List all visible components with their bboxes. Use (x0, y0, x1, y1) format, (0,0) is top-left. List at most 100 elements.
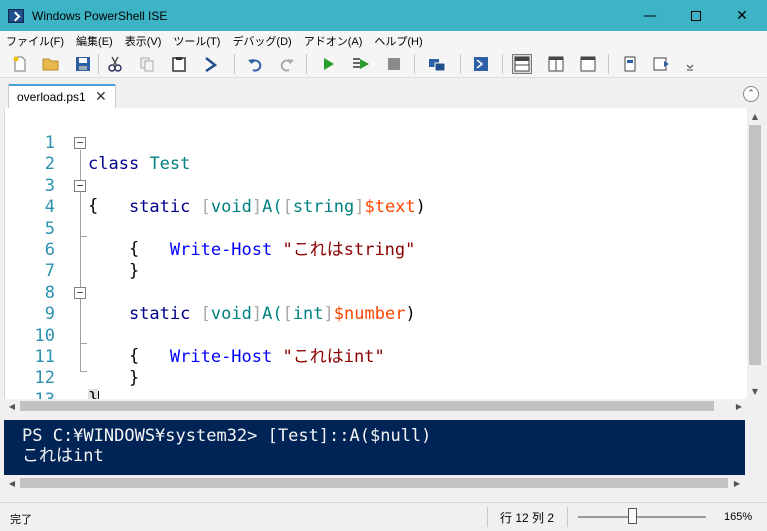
undo-button[interactable] (245, 54, 265, 74)
run-selection-button[interactable] (351, 54, 371, 74)
tab-close-icon[interactable]: ✕ (95, 88, 107, 105)
zoom-level: 165% (724, 511, 753, 523)
remote-session-icon (429, 59, 446, 72)
menu-help[interactable]: ヘルプ(H) (368, 33, 428, 49)
scissors-icon (108, 56, 122, 72)
title-bar: Windows PowerShell ISE — ✕ (0, 0, 767, 31)
menu-addons[interactable]: アドオン(A) (298, 33, 369, 49)
console-pane[interactable]: PS C:¥WINDOWS¥system32> [Test]::A($null)… (4, 420, 745, 475)
cursor-position: 行 12 列 2 (500, 511, 555, 525)
powershell-ise-icon (8, 8, 24, 23)
menu-tools[interactable]: ツール(T) (167, 33, 226, 49)
collapse-script-pane-button[interactable]: ⌃ (743, 86, 759, 102)
status-separator (567, 507, 568, 527)
scroll-up-icon[interactable]: ▲ (747, 108, 763, 124)
stop-button[interactable] (384, 54, 404, 74)
console-vertical-scrollbar[interactable] (745, 420, 763, 475)
layout-right-icon (548, 56, 564, 72)
code-line: 13 (5, 369, 747, 399)
toolbar-separator (306, 54, 307, 74)
paste-button[interactable] (169, 54, 189, 74)
script-tab-strip: overload.ps1 ✕ (0, 78, 767, 108)
layout-script-maximized-button[interactable] (578, 54, 598, 74)
pane-splitter[interactable] (0, 413, 767, 420)
layout-script-right-button[interactable] (546, 54, 566, 74)
new-script-button[interactable] (10, 54, 30, 74)
toolbar-separator (234, 54, 235, 74)
maximize-button[interactable] (673, 0, 719, 31)
collapse-region-icon[interactable]: − (74, 137, 86, 150)
scroll-right-icon[interactable]: ▶ (731, 398, 747, 414)
redo-icon (280, 59, 294, 72)
stop-icon (388, 58, 400, 70)
console-horizontal-scrollbar[interactable]: ◀ ▶ (4, 475, 745, 491)
menu-edit[interactable]: 編集(E) (70, 33, 119, 49)
menu-file[interactable]: ファイル(F) (0, 33, 70, 49)
zoom-slider-track[interactable] (578, 516, 706, 518)
code-line: 9 − { (5, 283, 747, 366)
run-command-button[interactable] (201, 54, 221, 74)
clipboard-icon (172, 57, 186, 72)
console-line: これはint (22, 446, 104, 466)
maximize-icon (691, 10, 701, 21)
scroll-thumb[interactable] (20, 478, 728, 488)
command-addon-icon (653, 57, 669, 71)
show-script-pane-button[interactable] (620, 54, 640, 74)
code-line: 8 static [void]A([int]$number) (5, 262, 747, 324)
menu-debug[interactable]: デバッグ(D) (226, 33, 297, 49)
scroll-thumb[interactable] (20, 401, 714, 411)
open-button[interactable] (41, 54, 61, 74)
editor-horizontal-scrollbar[interactable]: ◀ ▶ (4, 399, 747, 413)
copy-button[interactable] (137, 54, 157, 74)
scroll-left-icon[interactable]: ◀ (4, 398, 20, 414)
run-script-button[interactable] (318, 54, 338, 74)
cut-button[interactable] (105, 54, 125, 74)
open-folder-icon (42, 58, 59, 71)
toolbar-separator (460, 54, 461, 74)
tab-overload-ps1[interactable]: overload.ps1 ✕ (8, 84, 116, 108)
scroll-thumb[interactable] (749, 125, 761, 365)
overflow-chevron-icon (686, 64, 694, 71)
show-command-addon-button[interactable] (652, 54, 672, 74)
remote-powershell-button[interactable] (427, 54, 447, 74)
powershell-console-icon (474, 57, 488, 71)
code-line: 7 (5, 240, 747, 281)
collapse-region-icon[interactable]: − (74, 287, 86, 300)
code-line: 2 − { (5, 133, 747, 216)
zoom-slider-thumb[interactable] (627, 508, 637, 524)
scroll-right-icon[interactable]: ▶ (729, 475, 745, 491)
scroll-left-icon[interactable]: ◀ (4, 475, 20, 491)
menu-view[interactable]: 表示(V) (119, 33, 168, 49)
code-line: 4 − { (5, 176, 747, 259)
toolbar-separator (98, 54, 99, 74)
minimize-button[interactable]: — (627, 0, 673, 31)
toolbar (0, 50, 767, 78)
code-line: 11 } (5, 326, 747, 388)
collapse-region-icon[interactable]: − (74, 180, 86, 193)
layout-maximized-icon (580, 56, 596, 72)
undo-icon (248, 59, 262, 72)
scroll-down-icon[interactable]: ▼ (747, 383, 763, 399)
powershell-prompt-icon (205, 57, 218, 72)
close-window-button[interactable]: ✕ (719, 0, 765, 31)
save-icon (76, 57, 90, 71)
script-editor[interactable]: 1 class Test 2 − { 3 static [void]A([str… (4, 108, 747, 399)
powershell-console-button[interactable] (471, 54, 491, 74)
status-text: 完了 (10, 514, 32, 526)
redo-button[interactable] (277, 54, 297, 74)
code-line: 12 } (5, 347, 747, 399)
menu-bar: ファイル(F) 編集(E) 表示(V) ツール(T) デバッグ(D) アドオン(… (0, 31, 767, 50)
editor-vertical-scrollbar[interactable]: ▲ ▼ (747, 108, 763, 399)
code-line: 1 class Test (5, 112, 747, 174)
tab-label: overload.ps1 (17, 89, 86, 104)
status-bar: 完了 行 12 列 2 165% (0, 502, 767, 531)
layout-script-top-button[interactable] (512, 54, 532, 74)
code-line: 10 Write-Host "これはint" (5, 305, 747, 367)
new-file-icon (13, 56, 26, 72)
save-button[interactable] (73, 54, 93, 74)
chevron-up-icon: ⌃ (747, 89, 755, 99)
code-line: 14 (5, 390, 747, 399)
toolbar-separator (502, 54, 503, 74)
script-pane-icon (624, 56, 636, 72)
toolbar-overflow-button[interactable] (680, 54, 700, 74)
